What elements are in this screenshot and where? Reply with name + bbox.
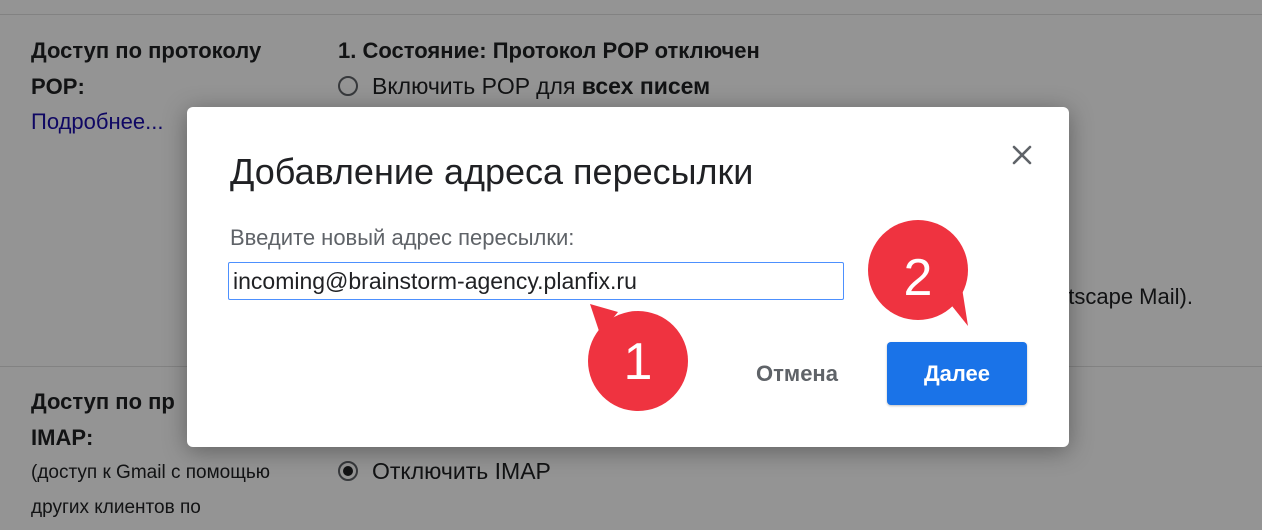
forwarding-address-label: Введите новый адрес пересылки: bbox=[230, 225, 575, 250]
step-marker-2: 2 bbox=[868, 220, 968, 326]
next-button[interactable]: Далее bbox=[887, 342, 1027, 405]
cancel-button[interactable]: Отмена bbox=[732, 344, 862, 404]
close-icon[interactable] bbox=[1007, 140, 1037, 170]
step-marker-1-label: 1 bbox=[624, 333, 653, 391]
step-marker-1: 1 bbox=[588, 304, 688, 411]
step-marker-2-label: 2 bbox=[904, 249, 933, 307]
dialog-title: Добавление адреса пересылки bbox=[230, 151, 754, 192]
forwarding-address-input[interactable] bbox=[228, 262, 844, 300]
